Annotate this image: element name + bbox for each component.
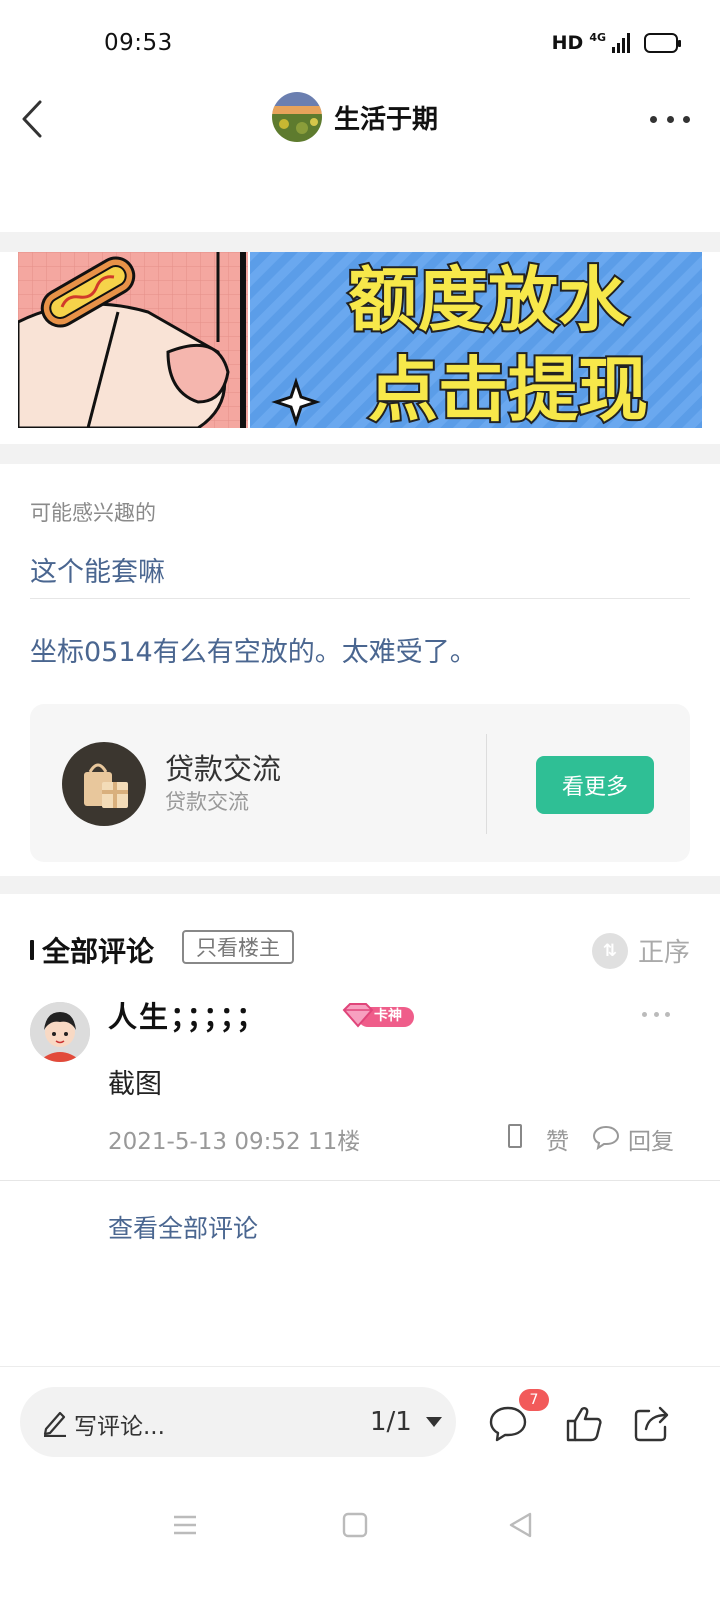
ad-line1: 额度放水	[348, 259, 629, 341]
more-button[interactable]	[650, 104, 690, 134]
forum-subtitle: 贷款交流	[165, 790, 249, 814]
status-indicators: HD 4G	[551, 30, 681, 54]
forum-avatar	[272, 92, 322, 142]
caret-down-icon[interactable]	[426, 1417, 442, 1427]
comments-title: 全部评论	[42, 935, 155, 968]
sort-icon: ⇅	[591, 932, 628, 969]
thumbs-up-icon[interactable]	[564, 1403, 604, 1443]
reply-button[interactable]: 回复	[628, 1122, 674, 1156]
divider-band	[0, 444, 720, 464]
level-badge: 卡神	[340, 1002, 416, 1030]
comment-count-badge: 7	[519, 1389, 549, 1411]
comment-more-button[interactable]	[642, 1012, 670, 1020]
avatar[interactable]	[30, 1002, 90, 1062]
status-bar: 09:53 HD 4G	[0, 0, 720, 88]
menu-icon[interactable]	[170, 1510, 200, 1540]
more-horizontal-icon	[642, 1012, 647, 1017]
see-more-button[interactable]: 看更多	[536, 756, 654, 814]
recommended-thread-link[interactable]: 这个能套嘛	[30, 550, 165, 589]
page-title: 生活于期	[334, 104, 439, 135]
comment-text: 截图	[108, 1069, 162, 1100]
signal-icon	[612, 33, 630, 53]
chevron-left-icon	[22, 100, 42, 138]
sort-toggle[interactable]: ⇅ 正序	[591, 932, 690, 969]
comment-meta: 2021-5-13 09:52 11楼	[108, 1129, 361, 1155]
hd-indicator: HD	[551, 32, 584, 54]
top-nav-bar: 生活于期	[0, 88, 720, 150]
comment-icon[interactable]	[488, 1403, 528, 1443]
only-op-filter[interactable]: 只看楼主	[182, 930, 294, 964]
divider-band	[0, 876, 720, 894]
status-time: 09:53	[104, 30, 173, 56]
system-nav-bar	[0, 1490, 720, 1600]
comments-header: 全部评论 只看楼主 ⇅ 正序	[30, 926, 690, 974]
back-triangle-icon[interactable]	[506, 1510, 536, 1540]
divider	[30, 598, 690, 599]
comment-input[interactable]: 写评论... 1/1	[20, 1387, 456, 1457]
forum-name: 贷款交流	[165, 752, 282, 786]
badge-label: 卡神	[374, 1008, 402, 1024]
comment-username[interactable]: 人生；；；；；	[108, 994, 267, 1036]
view-all-comments-link[interactable]: 查看全部评论	[108, 1209, 258, 1245]
comment-item: 人生；；；；； 卡神 截图 2021-5-13 09:52 11楼 赞 回复	[0, 990, 720, 1180]
home-icon[interactable]	[340, 1510, 370, 1540]
ad-illustration: 额度放水 点击提现	[18, 252, 702, 428]
reply-icon[interactable]	[592, 1124, 620, 1150]
ad-banner[interactable]: 额度放水 点击提现	[18, 252, 702, 428]
comment-placeholder: 写评论...	[74, 1414, 165, 1440]
like-icon[interactable]	[508, 1124, 522, 1148]
section-marker	[30, 940, 34, 960]
divider	[486, 734, 487, 834]
shopping-bag-icon	[62, 742, 146, 826]
recommend-section-label: 可能感兴趣的	[30, 501, 156, 525]
network-type: 4G	[589, 30, 606, 44]
bottom-action-bar: 写评论... 1/1 7	[0, 1366, 720, 1490]
divider	[0, 1180, 720, 1181]
forum-card[interactable]: 贷款交流 贷款交流 看更多	[30, 704, 690, 862]
recommended-thread-link[interactable]: 坐标0514有么有空放的。太难受了。	[30, 630, 477, 669]
pencil-icon	[43, 1411, 66, 1437]
more-horizontal-icon	[650, 115, 657, 123]
share-icon[interactable]	[632, 1403, 672, 1443]
sort-label: 正序	[637, 938, 690, 968]
forum-header[interactable]: 生活于期	[272, 92, 438, 142]
like-button[interactable]: 赞	[546, 1122, 569, 1156]
ad-line2: 点击提现	[368, 349, 648, 428]
back-button[interactable]	[18, 96, 58, 142]
divider-band	[0, 232, 720, 252]
page-indicator[interactable]: 1/1	[370, 1407, 412, 1437]
battery-icon	[644, 33, 681, 53]
